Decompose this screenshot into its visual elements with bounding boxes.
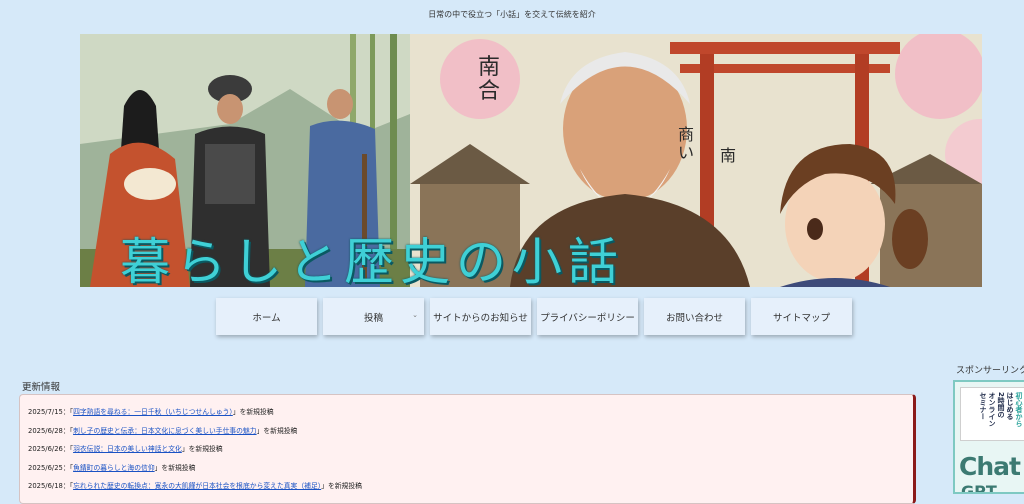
nav-privacy[interactable]: プライバシーポリシー bbox=[537, 298, 638, 335]
update-link[interactable]: 魚錆町の暮らしと海の信仰 bbox=[73, 464, 155, 472]
list-item: 2025/6/28：「刺し子の歴史と伝承：日本文化に息づく美しい手仕事の魅力」を… bbox=[28, 422, 913, 441]
sponsor-label: スポンサーリンク bbox=[956, 366, 1024, 376]
sponsor-ad[interactable]: 初心者から はじめる 2時間の オンライン セミナー Chat GPT bbox=[953, 380, 1024, 494]
update-link[interactable]: 刺し子の歴史と伝承：日本文化に息づく美しい手仕事の魅力 bbox=[73, 427, 257, 435]
nav-sitemap[interactable]: サイトマップ bbox=[751, 298, 852, 335]
update-link[interactable]: 忘れられた歴史の転換点：寛永の大飢饉が日本社会を根底から変えた真実（補足） bbox=[73, 482, 321, 490]
banner-sign-1: 南合 bbox=[478, 55, 501, 104]
banner-title: 暮らしと歴史の小話 bbox=[120, 233, 624, 287]
update-date: 2025/6/25： bbox=[28, 463, 70, 472]
nav-home[interactable]: ホーム bbox=[216, 298, 317, 335]
main-nav: ホーム 投稿 ⌄ サイトからのお知らせ プライバシーポリシー お問い合わせ サイト… bbox=[216, 298, 852, 335]
chevron-down-icon: ⌄ bbox=[412, 311, 418, 319]
list-item: 2025/7/15：「四字熟語を尋ねる：一日千秋（いちじつせんしゅう）」を新規投… bbox=[28, 403, 913, 422]
ad-headline: Chat bbox=[959, 452, 1021, 481]
list-item: 2025/6/18：「忘れられた歴史の転換点：寛永の大飢饉が日本社会を根底から変… bbox=[28, 477, 913, 496]
update-suffix: 」を新規投稿 bbox=[181, 445, 223, 453]
site-tagline: 日常の中で役立つ「小話」を交えて伝統を紹介 bbox=[428, 10, 596, 19]
nav-contact-label: お問い合わせ bbox=[665, 312, 723, 324]
nav-notices-label: サイトからのお知らせ bbox=[433, 312, 528, 324]
nav-contact[interactable]: お問い合わせ bbox=[644, 298, 745, 335]
update-suffix: 」を新規投稿 bbox=[154, 463, 196, 472]
updates-list: 2025/7/15：「四字熟語を尋ねる：一日千秋（いちじつせんしゅう）」を新規投… bbox=[19, 394, 916, 504]
ad-line-2: はじめる bbox=[1006, 392, 1014, 420]
update-suffix: 」を新規投稿 bbox=[321, 482, 362, 490]
update-date: 2025/7/15： bbox=[28, 408, 70, 416]
update-date: 2025/6/28： bbox=[28, 426, 70, 435]
ad-line-1: 初心者から bbox=[1015, 392, 1023, 427]
list-item: 2025/6/25：「魚錆町の暮らしと海の信仰」を新規投稿 bbox=[28, 459, 913, 478]
ad-line-4: オンライン bbox=[988, 392, 996, 427]
banner-sign-3: 南 bbox=[720, 146, 737, 165]
nav-home-label: ホーム bbox=[252, 312, 281, 324]
banner-sign-2: 商い bbox=[678, 125, 695, 162]
nav-posts-label: 投稿 bbox=[363, 312, 383, 324]
update-date: 2025/6/26： bbox=[28, 445, 70, 453]
header-banner[interactable]: 南合 商い 南 暮らしと歴史の小話 bbox=[80, 34, 982, 287]
nav-sitemap-label: サイトマップ bbox=[772, 312, 830, 324]
update-link[interactable]: 四字熟語を尋ねる：一日千秋（いちじつせんしゅう） bbox=[73, 408, 233, 416]
nav-posts[interactable]: 投稿 ⌄ bbox=[323, 298, 424, 335]
nav-notices[interactable]: サイトからのお知らせ bbox=[430, 298, 531, 335]
update-suffix: 」を新規投稿 bbox=[256, 426, 298, 435]
ad-headline-2: GPT bbox=[961, 482, 997, 494]
update-date: 2025/6/18： bbox=[28, 482, 70, 490]
updates-heading: 更新情報 bbox=[22, 382, 61, 393]
ad-line-5: セミナー bbox=[979, 392, 987, 420]
update-suffix: 」を新規投稿 bbox=[232, 408, 274, 416]
list-item: 2025/6/26：「羽衣伝説：日本の美しい神話と文化」を新規投稿 bbox=[28, 440, 913, 459]
nav-privacy-label: プライバシーポリシー bbox=[540, 312, 635, 324]
ad-line-3: 2時間の bbox=[997, 392, 1005, 418]
update-link[interactable]: 羽衣伝説：日本の美しい神話と文化 bbox=[73, 445, 182, 453]
ad-card: 初心者から はじめる 2時間の オンライン セミナー bbox=[960, 387, 1024, 441]
